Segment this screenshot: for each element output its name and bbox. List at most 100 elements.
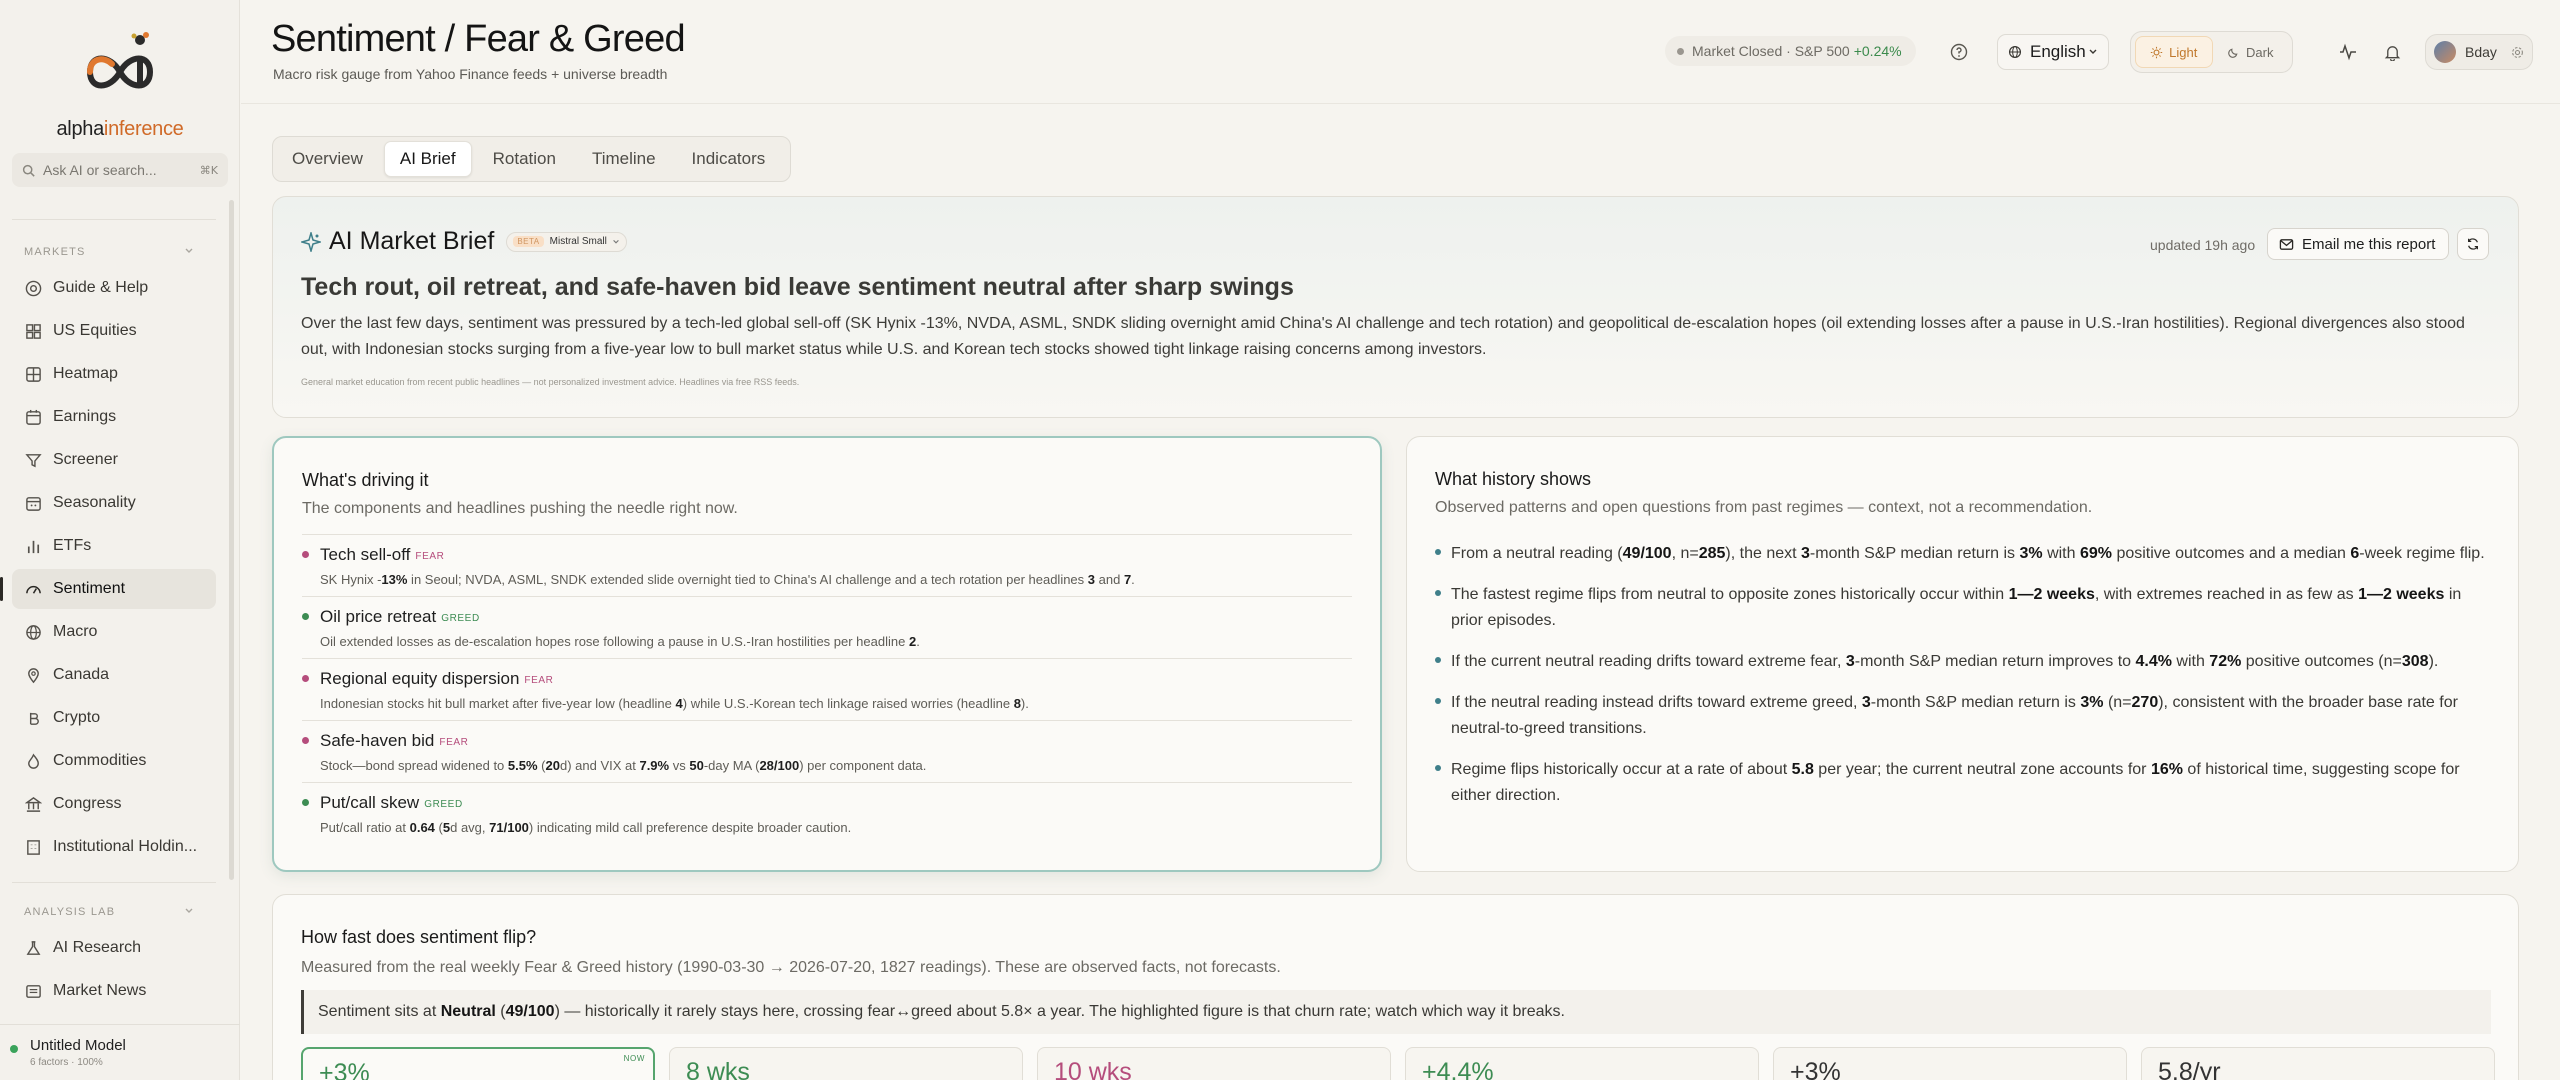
- flip-subtitle: Measured from the real weekly Fear & Gre…: [301, 959, 1281, 976]
- market-status-badge: Market Closed · S&P 500 +0.24%: [1665, 36, 1916, 66]
- history-item: The fastest regime flips from neutral to…: [1435, 582, 2495, 634]
- divider: [12, 219, 216, 220]
- sidebar-item-etfs[interactable]: ETFs: [12, 526, 216, 566]
- page-subtitle: Macro risk gauge from Yahoo Finance feed…: [273, 66, 668, 82]
- heatmap-icon: [26, 366, 41, 382]
- section-markets[interactable]: MARKETS: [24, 246, 194, 258]
- flame-icon: [28, 752, 39, 769]
- tab-timeline[interactable]: Timeline: [577, 141, 671, 177]
- fear-tag: FEAR: [415, 551, 445, 562]
- avatar: [2434, 41, 2456, 63]
- stat-card[interactable]: +4.4%: [1405, 1047, 1759, 1080]
- stat-card[interactable]: +3%: [1773, 1047, 2127, 1080]
- drivers-title: What's driving it: [302, 470, 429, 490]
- sidebar-item-screener[interactable]: Screener: [12, 440, 216, 480]
- sidebar-scrollbar[interactable]: [229, 200, 234, 880]
- sidebar-item-heatmap[interactable]: Heatmap: [12, 354, 216, 394]
- chevron-down-icon: [185, 248, 193, 253]
- bullet: [1435, 765, 1441, 771]
- sidebar-item-commodities[interactable]: Commodities: [12, 741, 216, 781]
- flip-title: How fast does sentiment flip?: [301, 927, 537, 947]
- greed-tag: GREED: [441, 613, 480, 624]
- chevron-down-icon: [2089, 49, 2097, 54]
- stat-card[interactable]: 10 wks: [1037, 1047, 1391, 1080]
- tab-bar: Overview AI Brief Rotation Timeline Indi…: [272, 136, 792, 182]
- driver-title: Regional equity dispersion: [320, 669, 520, 688]
- divider: [12, 882, 216, 883]
- sidebar-item-us-equities[interactable]: US Equities: [12, 311, 216, 351]
- sidebar-item-sentiment[interactable]: Sentiment: [0, 569, 216, 609]
- calendar-icon: [26, 496, 41, 511]
- stat-card[interactable]: 8 wks: [669, 1047, 1023, 1080]
- stat-card[interactable]: +3% NOW: [301, 1047, 655, 1080]
- alphainference-logo-icon: [86, 32, 154, 89]
- model-picker[interactable]: BETA Mistral Small: [506, 231, 627, 252]
- driver-title: Oil price retreat: [320, 607, 437, 626]
- brief-title: AI Market Brief: [329, 227, 495, 255]
- drivers-subtitle: The components and headlines pushing the…: [302, 500, 738, 517]
- chevron-down-icon: [613, 239, 619, 244]
- notifications-button[interactable]: [2375, 35, 2409, 69]
- greed-bullet: [302, 799, 309, 806]
- driver-item: Regional equity dispersion FEAR Indonesia…: [302, 658, 1352, 720]
- refresh-button[interactable]: [2457, 228, 2489, 260]
- bullet: [1435, 590, 1441, 596]
- sidebar-item-canada[interactable]: Canada: [12, 655, 216, 695]
- sidebar-item-institutional-holdings[interactable]: Institutional Holdin...: [12, 827, 216, 867]
- theme-toggle[interactable]: Light Dark: [2130, 31, 2293, 73]
- fear-bullet: [302, 675, 309, 682]
- flip-callout: Sentiment sits at Neutral (49/100) — his…: [301, 990, 2491, 1034]
- tab-indicators[interactable]: Indicators: [677, 141, 781, 177]
- bullet: [1435, 549, 1441, 555]
- sidebar-item-seasonality[interactable]: Seasonality: [12, 483, 216, 523]
- driver-item: Safe-haven bid FEAR Stock—bond spread wid…: [302, 720, 1352, 782]
- section-analysis-lab[interactable]: ANALYSIS LAB: [24, 906, 194, 918]
- user-menu[interactable]: Bday: [2425, 34, 2533, 70]
- sidebar-item-crypto[interactable]: Crypto: [12, 698, 216, 738]
- calendar-icon: [26, 409, 41, 425]
- sidebar-item-market-news[interactable]: Market News: [12, 971, 216, 1011]
- logo[interactable]: [0, 30, 240, 98]
- driver-detail: SK Hynix -13% in Seoul; NVDA, ASML, SNDK…: [320, 572, 1135, 587]
- tab-ai-brief[interactable]: AI Brief: [383, 141, 472, 177]
- history-item: If the current neutral reading drifts to…: [1435, 649, 2495, 675]
- history-title: What history shows: [1435, 469, 1592, 489]
- building-icon: [27, 839, 40, 855]
- fear-bullet: [302, 737, 309, 744]
- user-name: Bday: [2465, 44, 2497, 60]
- sidebar-item-earnings[interactable]: Earnings: [12, 397, 216, 437]
- theme-light-option[interactable]: Light: [2135, 36, 2213, 68]
- updated-timestamp: updated 19h ago: [2150, 237, 2256, 253]
- help-button[interactable]: [1942, 35, 1976, 69]
- model-name: Untitled Model: [30, 1037, 126, 1054]
- filter-icon: [25, 453, 42, 467]
- globe-icon: [2008, 45, 2022, 59]
- activity-icon: [2340, 43, 2356, 61]
- flip-speed-card: How fast does sentiment flip? Measured f…: [272, 894, 2519, 1080]
- page-title: Sentiment / Fear & Greed: [271, 18, 686, 60]
- sidebar-item-ai-research[interactable]: AI Research: [12, 928, 216, 968]
- history-item: From a neutral reading (49/100, n=285), …: [1435, 541, 2495, 567]
- tab-overview[interactable]: Overview: [277, 141, 378, 177]
- sidebar-item-guide[interactable]: Guide & Help: [12, 268, 216, 308]
- search-input[interactable]: Ask AI or search... ⌘K: [12, 153, 228, 187]
- flask-icon: [26, 940, 41, 955]
- theme-dark-option[interactable]: Dark: [2213, 36, 2289, 68]
- sidebar-item-macro[interactable]: Macro: [12, 612, 216, 652]
- email-report-button[interactable]: Email me this report: [2267, 228, 2449, 260]
- model-meta: 6 factors · 100%: [30, 1057, 103, 1068]
- tab-rotation[interactable]: Rotation: [478, 141, 571, 177]
- fear-tag: FEAR: [439, 737, 469, 748]
- brief-body: Over the last few days, sentiment was pr…: [301, 315, 2465, 358]
- search-placeholder: Ask AI or search...: [43, 162, 157, 178]
- sidebar-item-congress[interactable]: Congress: [12, 784, 216, 824]
- fear-bullet: [302, 551, 309, 558]
- status-dot: [10, 1045, 18, 1053]
- activity-button[interactable]: [2331, 35, 2365, 69]
- history-item: Regime flips historically occur at a rat…: [1435, 757, 2495, 809]
- language-select[interactable]: English: [1997, 34, 2109, 70]
- stat-card[interactable]: 5.8/yr: [2141, 1047, 2495, 1080]
- history-list: From a neutral reading (49/100, n=285), …: [1435, 541, 2495, 824]
- model-selector[interactable]: Untitled Model 6 factors · 100%: [0, 1024, 240, 1080]
- gauge-icon: [26, 585, 41, 594]
